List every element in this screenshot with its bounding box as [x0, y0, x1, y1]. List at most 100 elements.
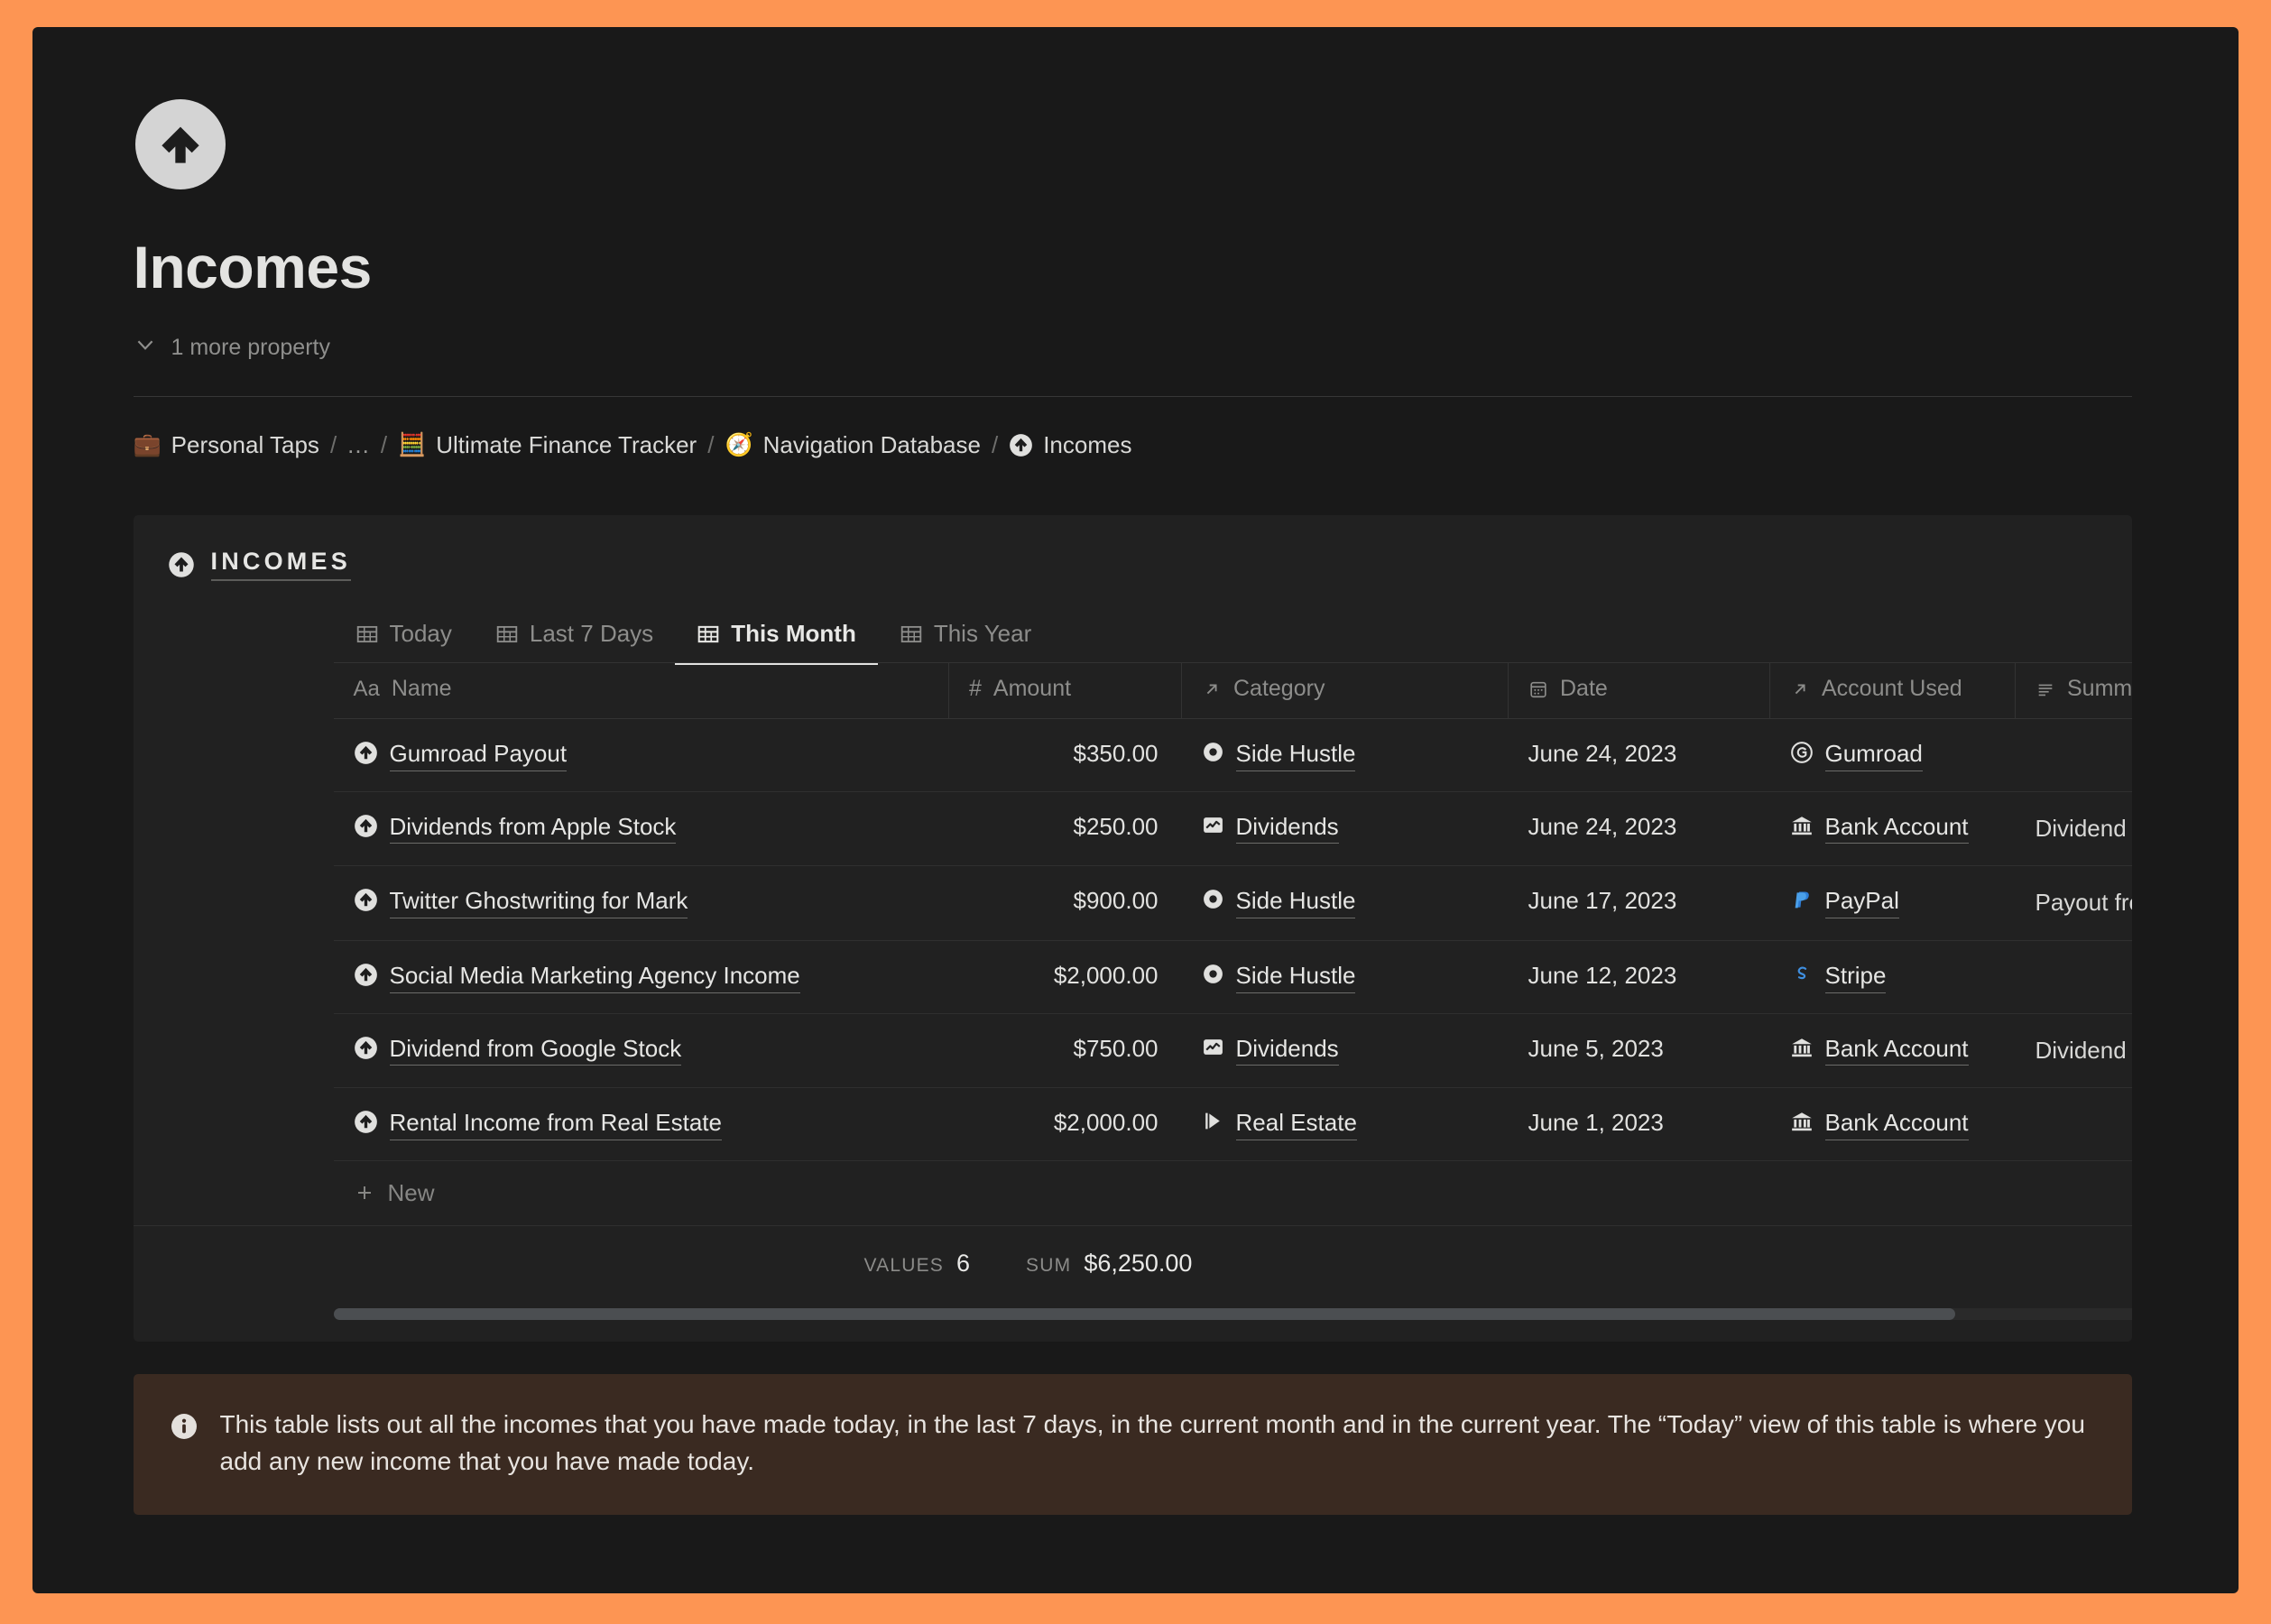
cell-category[interactable]: Side Hustle	[1181, 718, 1509, 792]
row-name-link[interactable]: Dividends from Apple Stock	[389, 812, 677, 844]
cell-amount[interactable]: $250.00	[948, 791, 1182, 867]
row-name-link[interactable]: Rental Income from Real Estate	[389, 1108, 722, 1140]
cell-name[interactable]: Dividends from Apple Stock	[333, 791, 949, 867]
cell-date[interactable]: June 1, 2023	[1508, 1087, 1770, 1161]
category-link[interactable]: Side Hustle	[1235, 886, 1356, 918]
up-arrow-circle-icon	[354, 1110, 378, 1134]
cell-amount[interactable]: $2,000.00	[948, 1087, 1182, 1161]
tab-this-month[interactable]: This Month	[675, 620, 878, 666]
cell-category[interactable]: Real Estate	[1181, 1087, 1509, 1161]
tab-last-7-days[interactable]: Last 7 Days	[474, 620, 675, 665]
new-row-button[interactable]: New	[133, 1161, 2132, 1226]
cell-summary[interactable]: Dividend payment re… investments in Goog…	[2015, 1013, 2132, 1089]
breadcrumb-label: Navigation Database	[762, 430, 981, 458]
cell-amount[interactable]: $2,000.00	[948, 940, 1182, 1014]
breadcrumb-item-navigation-database[interactable]: 🧭 Navigation Database	[725, 431, 981, 459]
tab-this-year[interactable]: This Year	[878, 620, 1053, 665]
cell-account[interactable]: Bank Account	[1769, 791, 2016, 867]
horizontal-scrollbar-thumb[interactable]	[333, 1307, 1956, 1320]
aggregate-sum[interactable]: SUM $6,250.00	[1026, 1250, 1192, 1278]
cell-summary[interactable]	[2015, 940, 2132, 1014]
values-label: VALUES	[863, 1254, 945, 1276]
cell-summary[interactable]	[2015, 1087, 2132, 1161]
table-row[interactable]: Rental Income from Real Estate $2,000.00	[333, 1087, 2132, 1161]
cell-name[interactable]: Social Media Marketing Agency Income	[333, 940, 949, 1014]
table-row[interactable]: Twitter Ghostwriting for Mark $900.00 Si…	[333, 865, 2132, 942]
up-arrow-circle-icon	[354, 814, 378, 838]
cell-amount[interactable]: $900.00	[948, 865, 1182, 942]
database-title[interactable]: INCOMES	[210, 548, 351, 582]
amount-value: $2,000.00	[1053, 962, 1159, 990]
cell-summary[interactable]	[2015, 718, 2132, 792]
account-link[interactable]: Stripe	[1824, 961, 1887, 993]
cell-date[interactable]: June 24, 2023	[1508, 718, 1770, 792]
breadcrumb-label: Personal Taps	[171, 430, 319, 458]
breadcrumb-item-ultimate-finance-tracker[interactable]: 🧮 Ultimate Finance Tracker	[398, 431, 697, 459]
cell-account[interactable]: Stripe	[1769, 940, 2016, 1014]
category-link[interactable]: Side Hustle	[1235, 739, 1356, 771]
account-link[interactable]: Bank Account	[1824, 812, 1969, 844]
aggregate-values[interactable]: VALUES 6	[864, 1250, 971, 1278]
column-header-name[interactable]: Aa Name	[333, 662, 949, 720]
page-icon-up-arrow-circle-icon[interactable]	[134, 99, 226, 189]
cell-account[interactable]: Gumroad	[1769, 718, 2016, 792]
column-header-date[interactable]: Date	[1508, 662, 1770, 720]
column-header-amount[interactable]: # Amount	[948, 662, 1182, 720]
cell-category[interactable]: Dividends	[1181, 1013, 1509, 1089]
cell-amount[interactable]: $350.00	[948, 718, 1182, 792]
info-icon	[170, 1412, 198, 1481]
cell-date[interactable]: June 12, 2023	[1508, 940, 1770, 1014]
row-name-link[interactable]: Social Media Marketing Agency Income	[389, 961, 800, 993]
tab-today[interactable]: Today	[334, 620, 474, 665]
row-name-link[interactable]: Dividend from Google Stock	[389, 1034, 682, 1066]
category-link[interactable]: Dividends	[1235, 812, 1339, 844]
cell-account[interactable]: Bank Account	[1769, 1013, 2016, 1089]
breadcrumb-item-ellipsis[interactable]: ...	[347, 431, 370, 459]
aggregate-row: VALUES 6 SUM $6,250.00	[134, 1226, 2132, 1301]
table-row[interactable]: Dividends from Apple Stock $250.00 Divid…	[333, 791, 2132, 867]
cell-name[interactable]: Dividend from Google Stock	[333, 1013, 949, 1089]
breadcrumb-item-personal-taps[interactable]: 💼 Personal Taps	[134, 431, 319, 459]
page-scroll-area[interactable]: Incomes 1 more property 💼 Personal Taps …	[32, 27, 2239, 1593]
account-link[interactable]: Bank Account	[1824, 1034, 1969, 1066]
values-count: 6	[956, 1249, 971, 1277]
category-link[interactable]: Dividends	[1235, 1034, 1339, 1066]
cell-date[interactable]: June 5, 2023	[1508, 1013, 1770, 1089]
cell-category[interactable]: Side Hustle	[1181, 865, 1509, 942]
table-scroll-region[interactable]: Aa Name # Amount Category Date Account U…	[134, 662, 2132, 1161]
amount-value: $900.00	[1073, 887, 1159, 915]
orange-frame: Incomes 1 more property 💼 Personal Taps …	[0, 0, 2271, 1624]
cell-name[interactable]: Twitter Ghostwriting for Mark	[333, 865, 949, 942]
row-name-link[interactable]: Gumroad Payout	[389, 739, 568, 771]
breadcrumb-separator: /	[707, 430, 715, 458]
breadcrumb-item-incomes[interactable]: Incomes	[1009, 431, 1131, 459]
column-header-summary[interactable]: Summary	[2015, 662, 2132, 720]
category-link[interactable]: Side Hustle	[1235, 961, 1356, 993]
cell-amount[interactable]: $750.00	[948, 1013, 1182, 1089]
table-row[interactable]: Social Media Marketing Agency Income $2,…	[333, 940, 2132, 1014]
cell-summary[interactable]: Payout from Twitter … Agency for one of …	[2015, 865, 2132, 942]
column-header-category[interactable]: Category	[1181, 662, 1509, 720]
cell-summary[interactable]: Dividend payment re… investments in Appl…	[2015, 791, 2132, 867]
cell-category[interactable]: Dividends	[1181, 791, 1509, 867]
cell-category[interactable]: Side Hustle	[1181, 940, 1509, 1014]
cell-account[interactable]: Bank Account	[1769, 1087, 2016, 1161]
cell-account[interactable]: PayPal	[1769, 865, 2016, 942]
cell-date[interactable]: June 24, 2023	[1508, 791, 1770, 867]
column-header-account-used[interactable]: Account Used	[1769, 662, 2016, 720]
table-row[interactable]: Dividend from Google Stock $750.00 Divid…	[333, 1013, 2132, 1089]
account-link[interactable]: PayPal	[1824, 886, 1899, 918]
table-row[interactable]: Gumroad Payout $350.00 Side Hustle June …	[333, 718, 2132, 792]
account-link[interactable]: Bank Account	[1824, 1108, 1969, 1140]
category-link[interactable]: Real Estate	[1235, 1108, 1357, 1140]
date-value: June 17, 2023	[1528, 887, 1677, 915]
row-name-link[interactable]: Twitter Ghostwriting for Mark	[389, 886, 688, 918]
donut-circle-icon	[1202, 963, 1224, 985]
cell-date[interactable]: June 17, 2023	[1508, 865, 1770, 942]
horizontal-scrollbar-track[interactable]	[333, 1307, 2132, 1320]
breadcrumb: 💼 Personal Taps / ... / 🧮 Ultimate Finan…	[134, 427, 2156, 463]
cell-name[interactable]: Gumroad Payout	[333, 718, 949, 792]
account-link[interactable]: Gumroad	[1824, 739, 1923, 771]
cell-name[interactable]: Rental Income from Real Estate	[333, 1087, 949, 1161]
more-properties-toggle[interactable]: 1 more property	[134, 329, 2156, 365]
